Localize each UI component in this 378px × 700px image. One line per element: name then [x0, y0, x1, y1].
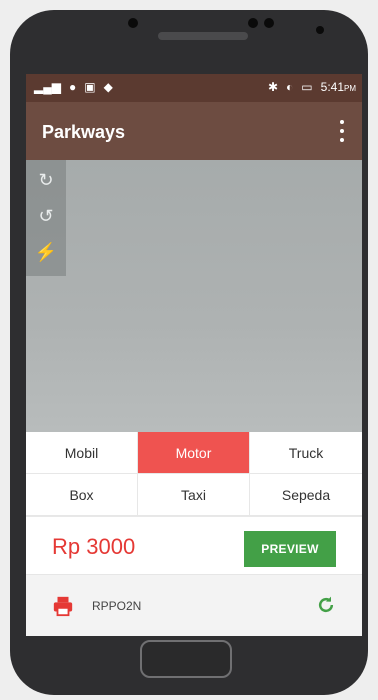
sensor-icon — [264, 18, 274, 28]
vehicle-option-box[interactable]: Box — [26, 474, 138, 516]
vehicle-option-sepeda[interactable]: Sepeda — [250, 474, 362, 516]
vehicle-option-taxi[interactable]: Taxi — [138, 474, 250, 516]
price-input[interactable] — [50, 531, 234, 563]
print-icon[interactable] — [52, 595, 74, 617]
sensor-icon — [316, 26, 324, 34]
flash-icon[interactable]: ⚡ — [34, 240, 58, 264]
app-title: Parkways — [42, 122, 126, 142]
earpiece-speaker — [158, 32, 248, 40]
camera-preview[interactable]: ↻ ↺ ⚡ — [26, 160, 362, 432]
image-icon: ▣ — [84, 80, 96, 94]
overflow-menu-icon[interactable] — [338, 120, 346, 142]
refresh-icon[interactable] — [316, 595, 336, 615]
vehicle-option-motor[interactable]: Motor — [138, 432, 250, 474]
person-icon: ● — [68, 80, 77, 94]
status-time: 5:41PM — [320, 80, 356, 94]
camera-controls: ↻ ↺ ⚡ — [26, 160, 66, 276]
app-screen: ▂▄▆ ● ▣ ◆ ✱ ◐ ▭ 5:41PM Parkways ↻ ↺ ⚡ Mo… — [26, 74, 362, 636]
bottom-bar: RPPO2N — [26, 574, 362, 636]
signal-icon: ▂▄▆ — [34, 80, 61, 94]
home-button[interactable] — [140, 640, 232, 678]
price-row: PREVIEW — [26, 516, 362, 575]
shield-icon: ◆ — [103, 80, 113, 94]
preview-button[interactable]: PREVIEW — [244, 531, 336, 567]
front-camera-icon — [128, 18, 138, 28]
battery-icon: ▭ — [301, 80, 313, 94]
sensor-icon — [248, 18, 258, 28]
rotate-left-icon[interactable]: ↺ — [34, 204, 58, 228]
vehicle-option-truck[interactable]: Truck — [250, 432, 362, 474]
bluetooth-icon: ✱ — [267, 80, 279, 94]
vehicle-type-grid: Mobil Motor Truck Box Taxi Sepeda — [26, 432, 362, 516]
app-bar: Parkways — [26, 102, 362, 160]
rotate-right-icon[interactable]: ↻ — [34, 168, 58, 192]
vehicle-option-mobil[interactable]: Mobil — [26, 432, 138, 474]
status-bar: ▂▄▆ ● ▣ ◆ ✱ ◐ ▭ 5:41PM — [26, 74, 362, 102]
volume-icon: ◐ — [286, 80, 294, 94]
status-ampm: PM — [344, 84, 356, 93]
ticket-code: RPPO2N — [92, 599, 142, 613]
